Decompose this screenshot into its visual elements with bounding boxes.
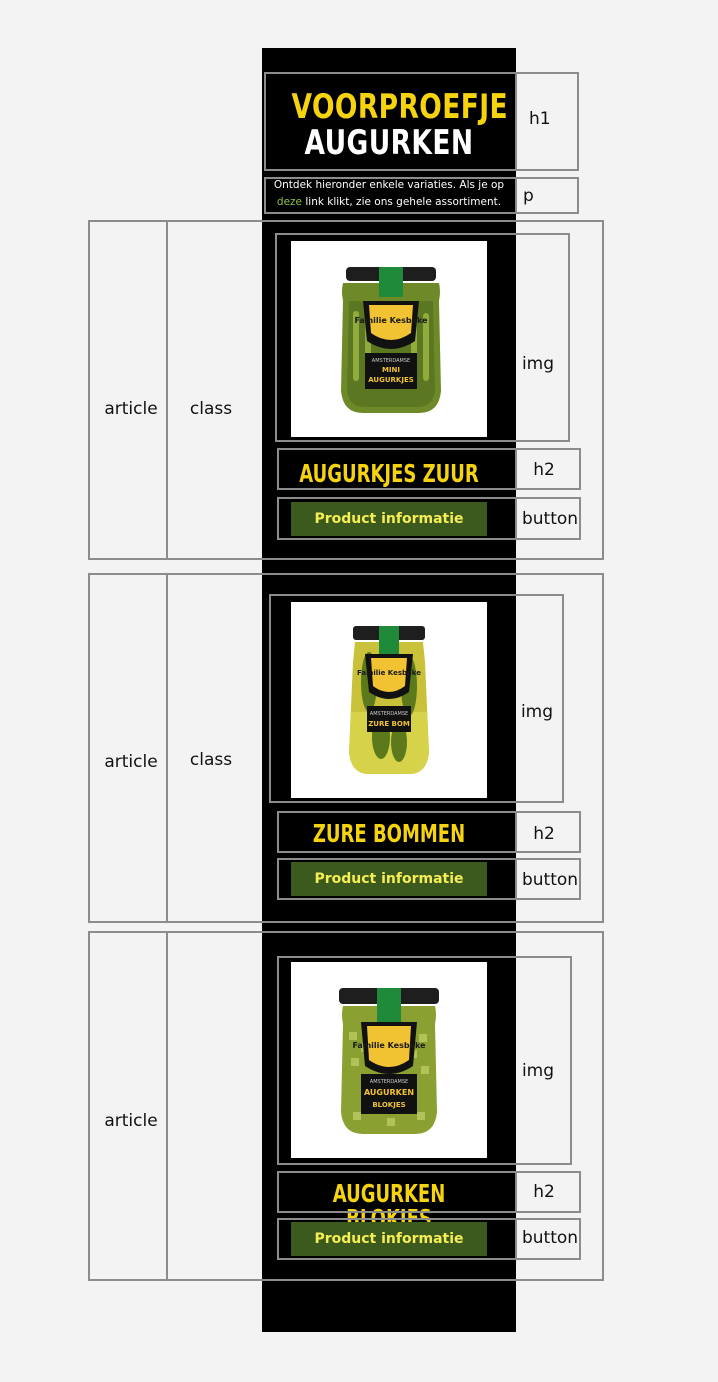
button-divider-1 — [515, 497, 517, 540]
img-outline-1 — [275, 233, 570, 442]
label-img-3: img — [521, 1061, 555, 1081]
label-class-1: class — [189, 399, 233, 419]
label-button-2: button — [521, 870, 579, 890]
article-divider-2 — [166, 573, 168, 923]
h2-divider-2 — [515, 811, 517, 853]
label-h1: h1 — [529, 109, 551, 129]
label-class-2: class — [189, 750, 233, 770]
label-article-3: article — [104, 1111, 158, 1131]
label-article-1: article — [104, 399, 158, 419]
label-article-2: article — [104, 752, 158, 772]
label-h2-2: h2 — [533, 824, 555, 844]
h2-divider-3 — [515, 1171, 517, 1213]
article-divider-3 — [166, 931, 168, 1281]
label-img-1: img — [521, 354, 555, 374]
label-h2-1: h2 — [533, 460, 555, 480]
label-button-1: button — [521, 509, 579, 529]
button-divider-3 — [515, 1218, 517, 1260]
label-h2-3: h2 — [533, 1182, 555, 1202]
label-p: p — [523, 186, 534, 206]
h2-divider-1 — [515, 448, 517, 490]
h1-divider — [515, 72, 517, 171]
label-img-2: img — [520, 702, 554, 722]
img-outline-2 — [269, 594, 564, 803]
label-button-3: button — [521, 1228, 579, 1248]
button-divider-2 — [515, 858, 517, 900]
p-divider — [515, 177, 517, 214]
article-divider-1 — [166, 220, 168, 560]
